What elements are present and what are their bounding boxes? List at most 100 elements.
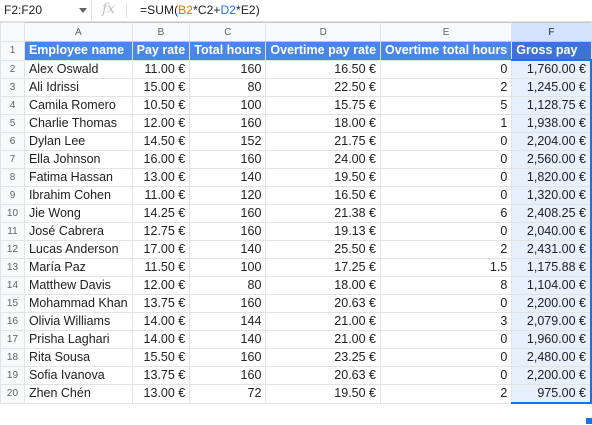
cell-total-hours[interactable]: 140 — [189, 168, 267, 187]
cell-overtime-total-hours[interactable]: 0 — [380, 132, 513, 151]
cell-pay-rate[interactable]: 16.00 € — [131, 150, 191, 169]
cell-gross-pay[interactable]: 2,200.00 € — [511, 366, 592, 385]
cell-total-hours[interactable]: 160 — [189, 114, 267, 133]
cell-pay-rate[interactable]: 11.50 € — [131, 258, 191, 277]
name-box[interactable]: F2:F20 — [0, 0, 92, 21]
cell-employee-name[interactable]: Ella Johnson — [23, 150, 133, 169]
cell-pay-rate[interactable]: 14.00 € — [131, 312, 191, 331]
cell-gross-pay[interactable]: 2,200.00 € — [511, 294, 592, 313]
cell-overtime-total-hours[interactable]: 0 — [380, 186, 513, 205]
row-header[interactable]: 19 — [0, 366, 25, 385]
cell-overtime-pay-rate[interactable]: 18.00 € — [265, 114, 382, 133]
cell-overtime-pay-rate[interactable]: 18.00 € — [265, 276, 382, 295]
row-header[interactable]: 12 — [0, 240, 25, 259]
cell-overtime-pay-rate[interactable]: 19.50 € — [265, 168, 382, 187]
row-header[interactable]: 10 — [0, 204, 25, 223]
cell-employee-name[interactable]: Lucas Anderson — [23, 240, 133, 259]
row-header[interactable]: 7 — [0, 150, 25, 169]
cell-overtime-pay-rate[interactable]: 21.00 € — [265, 330, 382, 349]
row-header[interactable]: 14 — [0, 276, 25, 295]
cell-pay-rate[interactable]: 13.00 € — [131, 384, 191, 404]
cell-total-hours[interactable]: 100 — [189, 258, 267, 277]
cell-gross-pay[interactable]: 2,480.00 € — [511, 348, 592, 367]
cell-overtime-total-hours[interactable]: 0 — [380, 59, 513, 79]
cell-employee-name[interactable]: Fatima Hassan — [23, 168, 133, 187]
cell-employee-name[interactable]: Camila Romero — [23, 96, 133, 115]
cell-gross-pay[interactable]: 1,760.00 € — [511, 59, 592, 79]
row-header[interactable]: 2 — [0, 59, 25, 79]
cell-pay-rate[interactable]: 14.50 € — [131, 132, 191, 151]
row-header[interactable]: 1 — [0, 41, 25, 61]
cell-overtime-pay-rate[interactable]: 15.75 € — [265, 96, 382, 115]
column-header-c[interactable]: C — [189, 22, 267, 42]
cell-overtime-total-hours[interactable]: 2 — [380, 240, 513, 259]
cell-total-hours[interactable]: 160 — [189, 150, 267, 169]
row-header[interactable]: 17 — [0, 330, 25, 349]
cell-overtime-total-hours[interactable]: 0 — [380, 330, 513, 349]
cell-gross-pay[interactable]: 1,104.00 € — [511, 276, 592, 295]
cell-employee-name[interactable]: Olivia Williams — [23, 312, 133, 331]
cell-employee-name[interactable]: Zhen Chén — [23, 384, 133, 404]
cell-total-hours[interactable]: 140 — [189, 330, 267, 349]
row-header[interactable]: 18 — [0, 348, 25, 367]
cell-gross-pay[interactable]: 1,938.00 € — [511, 114, 592, 133]
row-header[interactable]: 15 — [0, 294, 25, 313]
cell-overtime-total-hours[interactable]: 8 — [380, 276, 513, 295]
row-header[interactable]: 9 — [0, 186, 25, 205]
cell-overtime-total-hours[interactable]: 2 — [380, 78, 513, 97]
cell-overtime-pay-rate[interactable]: 25.50 € — [265, 240, 382, 259]
cell-employee-name[interactable]: Ibrahim Cohen — [23, 186, 133, 205]
cell-overtime-pay-rate[interactable]: 23.25 € — [265, 348, 382, 367]
cell-gross-pay[interactable]: 1,245.00 € — [511, 78, 592, 97]
cell-overtime-pay-rate[interactable]: 21.00 € — [265, 312, 382, 331]
cell-employee-name[interactable]: Sofia Ivanova — [23, 366, 133, 385]
cell-employee-name[interactable]: Ali Idrissi — [23, 78, 133, 97]
cell-pay-rate[interactable]: 13.00 € — [131, 168, 191, 187]
cell-employee-name[interactable]: José Cabrera — [23, 222, 133, 241]
cell-total-hours[interactable]: 100 — [189, 96, 267, 115]
cell-employee-name[interactable]: Rita Sousa — [23, 348, 133, 367]
cell-gross-pay[interactable]: 975.00 € — [511, 384, 592, 404]
formula-input[interactable]: =SUM(B2*C2+D2*E2) — [140, 3, 260, 17]
cell-gross-pay[interactable]: 2,560.00 € — [511, 150, 592, 169]
column-header-b[interactable]: B — [131, 22, 191, 42]
cell-gross-pay[interactable]: 1,820.00 € — [511, 168, 592, 187]
cell-gross-pay[interactable]: 1,320.00 € — [511, 186, 592, 205]
cell-pay-rate[interactable]: 13.75 € — [131, 366, 191, 385]
cell-total-hours[interactable]: 160 — [189, 222, 267, 241]
cell-pay-rate[interactable]: 17.00 € — [131, 240, 191, 259]
cell-pay-rate[interactable]: 13.75 € — [131, 294, 191, 313]
select-all-corner[interactable] — [0, 22, 25, 42]
cell-gross-pay[interactable]: 2,408.25 € — [511, 204, 592, 223]
cell-overtime-total-hours[interactable]: 6 — [380, 204, 513, 223]
cell-overtime-total-hours[interactable]: 0 — [380, 168, 513, 187]
cell-overtime-pay-rate[interactable]: 21.38 € — [265, 204, 382, 223]
cell-gross-pay[interactable]: 1,128.75 € — [511, 96, 592, 115]
cell-overtime-total-hours[interactable]: 1.5 — [380, 258, 513, 277]
cell-employee-name[interactable]: María Paz — [23, 258, 133, 277]
column-header-a[interactable]: A — [23, 22, 133, 42]
cell-overtime-total-hours[interactable]: 0 — [380, 366, 513, 385]
header-cell-overtime-total-hours[interactable]: Overtime total hours — [380, 41, 513, 61]
cell-pay-rate[interactable]: 10.50 € — [131, 96, 191, 115]
cell-overtime-total-hours[interactable]: 0 — [380, 348, 513, 367]
cell-gross-pay[interactable]: 2,040.00 € — [511, 222, 592, 241]
cell-total-hours[interactable]: 80 — [189, 276, 267, 295]
cell-overtime-pay-rate[interactable]: 19.13 € — [265, 222, 382, 241]
cell-employee-name[interactable]: Matthew Davis — [23, 276, 133, 295]
header-cell-employee-name[interactable]: Employee name — [23, 41, 133, 61]
cell-employee-name[interactable]: Charlie Thomas — [23, 114, 133, 133]
cell-total-hours[interactable]: 140 — [189, 240, 267, 259]
row-header[interactable]: 16 — [0, 312, 25, 331]
cell-total-hours[interactable]: 160 — [189, 294, 267, 313]
header-cell-pay-rate[interactable]: Pay rate — [131, 41, 191, 61]
cell-pay-rate[interactable]: 15.50 € — [131, 348, 191, 367]
cell-overtime-pay-rate[interactable]: 19.50 € — [265, 384, 382, 404]
cell-gross-pay[interactable]: 1,175.88 € — [511, 258, 592, 277]
header-cell-overtime-pay-rate[interactable]: Overtime pay rate — [265, 41, 382, 61]
row-header[interactable]: 13 — [0, 258, 25, 277]
cell-overtime-pay-rate[interactable]: 20.63 € — [265, 294, 382, 313]
cell-pay-rate[interactable]: 15.00 € — [131, 78, 191, 97]
cell-total-hours[interactable]: 72 — [189, 384, 267, 404]
cell-overtime-pay-rate[interactable]: 22.50 € — [265, 78, 382, 97]
